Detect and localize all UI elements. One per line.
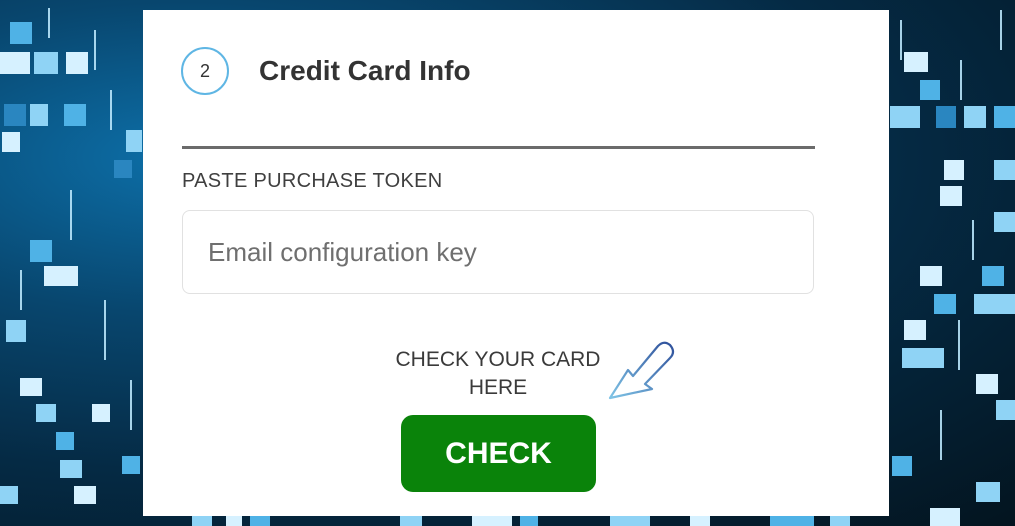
bg-line [104,300,106,360]
bg-tile [940,186,962,206]
bg-tile [944,160,964,180]
bg-tile [0,52,30,74]
bg-tile [520,516,538,526]
purchase-token-input[interactable] [182,210,814,294]
bg-tile [92,404,110,422]
bg-tile [56,432,74,450]
bg-tile [830,516,850,526]
bg-tile [974,294,1015,314]
bg-line [110,90,112,130]
bg-tile [994,212,1015,232]
bg-tile [982,266,1004,286]
bg-tile [0,486,18,504]
bg-line [960,60,962,100]
bg-tile [472,516,512,526]
bg-tile [126,130,142,152]
bg-tile [996,400,1015,420]
bg-line [940,410,942,460]
bg-tile [64,104,86,126]
bg-line [958,320,960,370]
bg-tile [44,266,78,286]
purchase-token-label: PASTE PURCHASE TOKEN [182,170,443,192]
bg-line [900,20,902,60]
bg-tile [930,508,960,526]
bg-line [70,190,72,240]
bg-tile [770,516,814,526]
bg-tile [60,460,82,478]
arrow-pointing-down-left-icon [608,341,675,400]
bg-line [130,380,132,430]
bg-tile [994,160,1015,180]
bg-tile [904,52,928,72]
bg-tile [66,52,88,74]
bg-tile [976,374,998,394]
step-number-badge: 2 [181,47,229,95]
bg-tile [920,80,940,100]
bg-line [48,8,50,38]
bg-tile [920,266,942,286]
bg-tile [690,516,710,526]
bg-tile [4,104,26,126]
hint-line-1: CHECK YOUR CARD [395,348,601,371]
bg-tile [30,240,52,262]
bg-line [94,30,96,70]
bg-tile [902,348,944,368]
bg-tile [114,160,132,178]
bg-tile [994,106,1015,128]
bg-tile [904,320,926,340]
bg-tile [400,516,422,526]
bg-tile [890,106,920,128]
bg-tile [936,106,956,128]
bg-line [1000,10,1002,50]
bg-tile [964,106,986,128]
bg-tile [34,52,58,74]
bg-tile [36,404,56,422]
bg-tile [934,294,956,314]
bg-tile [192,516,212,526]
section-title: Credit Card Info [259,55,471,86]
section-divider [182,146,815,149]
bg-tile [610,516,650,526]
bg-tile [74,486,96,504]
bg-tile [30,104,48,126]
bg-tile [6,320,26,342]
check-card-hint: CHECK YOUR CARD HERE [376,346,620,402]
bg-tile [20,378,42,396]
bg-line [972,220,974,260]
bg-tile [2,132,20,152]
bg-tile [892,456,912,476]
bg-tile [122,456,140,474]
check-button[interactable]: CHECK [401,415,596,492]
bg-line [20,270,22,310]
bg-tile [10,22,32,44]
bg-tile [250,516,270,526]
hint-line-2: HERE [468,376,528,399]
bg-tile [976,482,1000,502]
bg-tile [226,516,242,526]
